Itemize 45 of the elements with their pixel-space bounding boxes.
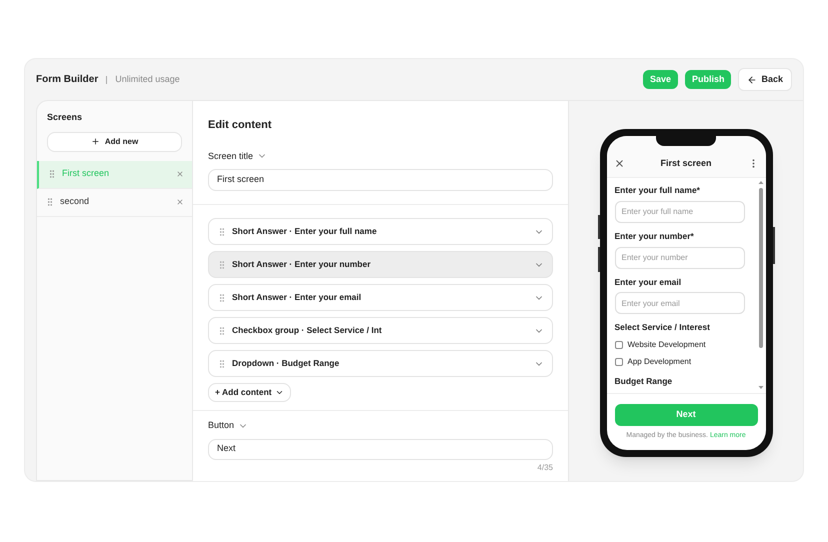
- close-icon[interactable]: [176, 170, 184, 178]
- text-input-field[interactable]: Enter your number: [614, 246, 744, 268]
- checkbox[interactable]: [614, 358, 622, 366]
- add-content-button[interactable]: + Add content: [208, 383, 291, 402]
- content-item[interactable]: Dropdown · Budget Range: [208, 350, 553, 377]
- button-text-field[interactable]: Next: [208, 438, 553, 460]
- close-icon[interactable]: [614, 158, 624, 169]
- field-label: Enter your email: [614, 276, 682, 288]
- drag-handle-icon[interactable]: [47, 169, 57, 179]
- drag-handle-icon[interactable]: [217, 292, 227, 302]
- screen-title-label: Screen title: [208, 150, 254, 162]
- checkbox-label: Website Development: [628, 339, 706, 351]
- content-item[interactable]: Short Answer · Enter your number: [208, 251, 553, 278]
- chevron-icon: [274, 388, 284, 397]
- close-icon[interactable]: [176, 198, 184, 206]
- plus-icon: [90, 137, 100, 146]
- app-title: Form Builder: [36, 73, 98, 87]
- phone-notch: [656, 136, 716, 146]
- back-button[interactable]: Back: [738, 68, 792, 91]
- add-new-button[interactable]: Add new: [47, 132, 182, 152]
- text-input-field[interactable]: Enter your full name: [614, 200, 744, 223]
- button-section-label: Button: [208, 419, 234, 432]
- field-label: Enter your number*: [614, 230, 695, 242]
- usage-label: Unlimited usage: [115, 72, 180, 86]
- field-label: Select Service / Interest: [614, 321, 711, 334]
- preview-screen-title: First screen: [659, 156, 713, 170]
- content-item[interactable]: Short Answer · Enter your full name: [208, 218, 553, 245]
- field-label: Enter your full name*: [614, 184, 701, 197]
- field-label: Budget Range: [614, 375, 674, 388]
- back-arrow-icon: [747, 74, 758, 84]
- text-input-field[interactable]: Enter your email: [614, 292, 744, 314]
- drag-handle-icon[interactable]: [217, 260, 227, 270]
- screen-title-field[interactable]: First screen: [208, 169, 553, 191]
- character-counter: 4/35: [536, 462, 553, 474]
- drag-handle-icon[interactable]: [45, 197, 55, 207]
- drag-handle-icon[interactable]: [217, 326, 227, 336]
- drag-handle-icon[interactable]: [217, 226, 227, 236]
- sidebar-title: Screens: [46, 111, 84, 124]
- editor-title: Edit content: [208, 118, 273, 133]
- screen-item[interactable]: second: [37, 188, 192, 216]
- drag-handle-icon[interactable]: [217, 358, 227, 368]
- checkbox-label: App Development: [628, 356, 692, 368]
- content-item[interactable]: Short Answer · Enter your email: [208, 284, 553, 311]
- content-item[interactable]: Checkbox group · Select Service / Int: [208, 317, 553, 344]
- checkbox[interactable]: [614, 341, 622, 349]
